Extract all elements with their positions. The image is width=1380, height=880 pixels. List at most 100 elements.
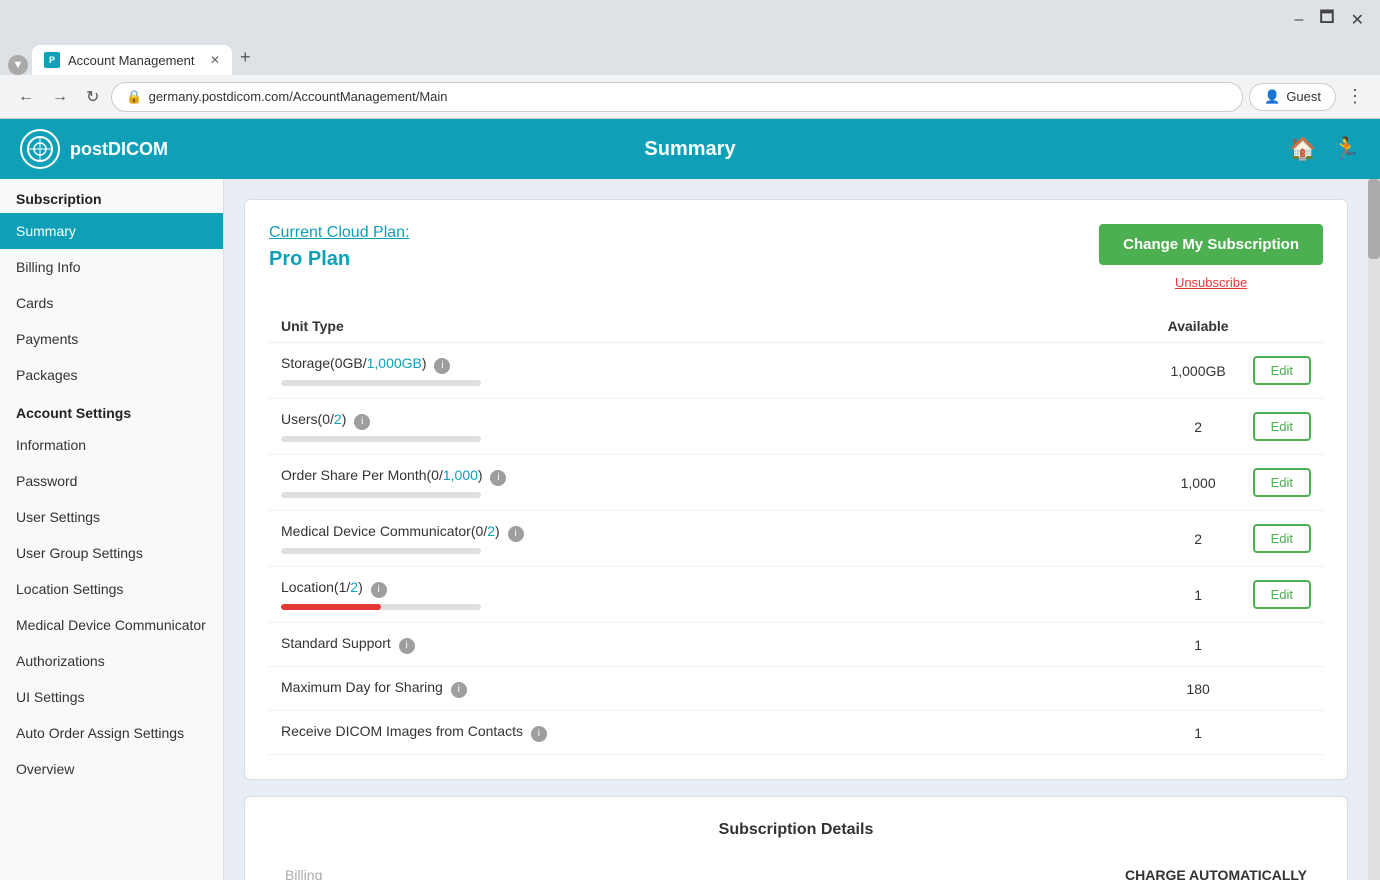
- tab-back-button[interactable]: ▼: [8, 55, 28, 75]
- edit-button-0[interactable]: Edit: [1253, 356, 1311, 385]
- unit-name-7: Receive DICOM Images from Contacts: [281, 723, 523, 739]
- current-plan-label[interactable]: Current Cloud Plan:: [269, 224, 410, 242]
- tab-close-icon[interactable]: ✕: [210, 53, 220, 67]
- unit-label-0: Storage(0GB/1,000GB) i: [269, 343, 1156, 399]
- unit-label-4: Location(1/2) i: [269, 567, 1156, 623]
- active-tab[interactable]: P Account Management ✕: [32, 45, 232, 75]
- available-4: 1: [1156, 567, 1241, 623]
- edit-button-3[interactable]: Edit: [1253, 524, 1311, 553]
- logo-icon: [20, 129, 60, 169]
- app-header: postDICOM Summary 🏠 🏃: [0, 119, 1380, 179]
- info-icon-7[interactable]: i: [531, 726, 547, 742]
- unit-label-3: Medical Device Communicator(0/2) i: [269, 511, 1156, 567]
- guest-button[interactable]: 👤 Guest: [1249, 83, 1336, 111]
- user-icon: 👤: [1264, 89, 1280, 105]
- info-icon-4[interactable]: i: [371, 582, 387, 598]
- available-0: 1,000GB: [1156, 343, 1241, 399]
- available-header: Available: [1156, 310, 1241, 343]
- info-icon-5[interactable]: i: [399, 638, 415, 654]
- edit-cell-1: Edit: [1241, 399, 1323, 455]
- app-logo: postDICOM: [20, 129, 168, 169]
- plan-name: Pro Plan: [269, 248, 410, 271]
- app-body: Subscription Summary Billing Info Cards …: [0, 179, 1380, 880]
- notification-icon[interactable]: 🏠: [1289, 136, 1316, 162]
- guest-label: Guest: [1286, 89, 1321, 104]
- sidebar-item-summary[interactable]: Summary: [0, 213, 223, 249]
- sidebar-item-authorizations[interactable]: Authorizations: [0, 643, 223, 679]
- address-bar[interactable]: 🔒 germany.postdicom.com/AccountManagemen…: [111, 82, 1243, 112]
- unit-name-1: Users(0/2): [281, 411, 346, 427]
- minimize-button[interactable]: –: [1286, 9, 1311, 31]
- sidebar-item-password[interactable]: Password: [0, 463, 223, 499]
- info-icon-6[interactable]: i: [451, 682, 467, 698]
- subscription-card: Current Cloud Plan: Pro Plan Change My S…: [244, 199, 1348, 780]
- info-icon-1[interactable]: i: [354, 414, 370, 430]
- sidebar-item-information[interactable]: Information: [0, 427, 223, 463]
- available-5: 1: [1156, 623, 1241, 667]
- subscription-details-table: BillingCHARGE AUTOMATICALLYStatusTRIAL (…: [269, 855, 1323, 880]
- sidebar-item-payments[interactable]: Payments: [0, 321, 223, 357]
- progress-wrap-0: [281, 380, 481, 386]
- scrollbar-thumb[interactable]: [1368, 179, 1380, 259]
- tab-bar: ▼ P Account Management ✕ +: [0, 39, 1380, 75]
- subscription-details-card: Subscription Details BillingCHARGE AUTOM…: [244, 796, 1348, 880]
- unsubscribe-link[interactable]: Unsubscribe: [1175, 275, 1247, 290]
- navigation-bar: ← → ↻ 🔒 germany.postdicom.com/AccountMan…: [0, 75, 1380, 119]
- sidebar-item-overview[interactable]: Overview: [0, 751, 223, 787]
- tab-favicon: P: [44, 52, 60, 68]
- logout-icon[interactable]: 🏃: [1333, 136, 1360, 162]
- scrollbar-track[interactable]: [1368, 179, 1380, 880]
- unit-row-5: Standard Support i1: [269, 623, 1323, 667]
- sidebar-item-medical-device-communicator[interactable]: Medical Device Communicator: [0, 607, 223, 643]
- sidebar-item-billing-info[interactable]: Billing Info: [0, 249, 223, 285]
- unit-row-2: Order Share Per Month(0/1,000) i 1,000 Edi…: [269, 455, 1323, 511]
- forward-button[interactable]: →: [46, 84, 74, 110]
- info-icon-2[interactable]: i: [490, 470, 506, 486]
- progress-wrap-1: [281, 436, 481, 442]
- subscription-section-header: Subscription: [0, 179, 223, 213]
- unit-type-header: Unit Type: [269, 310, 1156, 343]
- close-button[interactable]: ✕: [1343, 8, 1372, 32]
- sidebar-item-packages[interactable]: Packages: [0, 357, 223, 393]
- sidebar-item-user-settings[interactable]: User Settings: [0, 499, 223, 535]
- edit-button-2[interactable]: Edit: [1253, 468, 1311, 497]
- logo-svg: [26, 135, 54, 163]
- lock-icon: 🔒: [126, 89, 142, 105]
- reload-button[interactable]: ↻: [80, 83, 105, 111]
- progress-wrap-3: [281, 548, 481, 554]
- sidebar-item-auto-order-assign-settings[interactable]: Auto Order Assign Settings: [0, 715, 223, 751]
- unit-label-5: Standard Support i: [269, 623, 1156, 667]
- back-button[interactable]: ←: [12, 84, 40, 110]
- logo-text: postDICOM: [70, 139, 168, 160]
- detail-label-0: Billing: [269, 855, 534, 880]
- unit-name-2: Order Share Per Month(0/1,000): [281, 467, 483, 483]
- edit-cell-0: Edit: [1241, 343, 1323, 399]
- browser-menu-button[interactable]: ⋮: [1342, 82, 1368, 111]
- edit-button-4[interactable]: Edit: [1253, 580, 1311, 609]
- account-settings-section-header: Account Settings: [0, 393, 223, 427]
- edit-cell-3: Edit: [1241, 511, 1323, 567]
- unit-row-4: Location(1/2) i1 Edit: [269, 567, 1323, 623]
- unit-label-6: Maximum Day for Sharing i: [269, 667, 1156, 711]
- unit-row-7: Receive DICOM Images from Contacts i1: [269, 711, 1323, 755]
- maximize-button[interactable]: 🗖: [1311, 4, 1342, 35]
- sidebar-item-user-group-settings[interactable]: User Group Settings: [0, 535, 223, 571]
- unit-row-6: Maximum Day for Sharing i180: [269, 667, 1323, 711]
- units-table: Unit Type Available Storage(0GB/1,000GB)…: [269, 310, 1323, 755]
- available-2: 1,000: [1156, 455, 1241, 511]
- sidebar-item-ui-settings[interactable]: UI Settings: [0, 679, 223, 715]
- available-6: 180: [1156, 667, 1241, 711]
- unit-label-1: Users(0/2) i: [269, 399, 1156, 455]
- sidebar-item-cards[interactable]: Cards: [0, 285, 223, 321]
- info-icon-3[interactable]: i: [508, 526, 524, 542]
- change-subscription-button[interactable]: Change My Subscription: [1099, 224, 1323, 265]
- progress-wrap-2: [281, 492, 481, 498]
- unit-row-1: Users(0/2) i2Edit: [269, 399, 1323, 455]
- edit-button-1[interactable]: Edit: [1253, 412, 1311, 441]
- sidebar-item-location-settings[interactable]: Location Settings: [0, 571, 223, 607]
- change-sub-area: Change My Subscription Unsubscribe: [1099, 224, 1323, 290]
- new-tab-button[interactable]: +: [232, 47, 259, 68]
- detail-value-0: CHARGE AUTOMATICALLY: [534, 855, 1323, 880]
- info-icon-0[interactable]: i: [434, 358, 450, 374]
- unit-name-0: Storage(0GB/1,000GB): [281, 355, 427, 371]
